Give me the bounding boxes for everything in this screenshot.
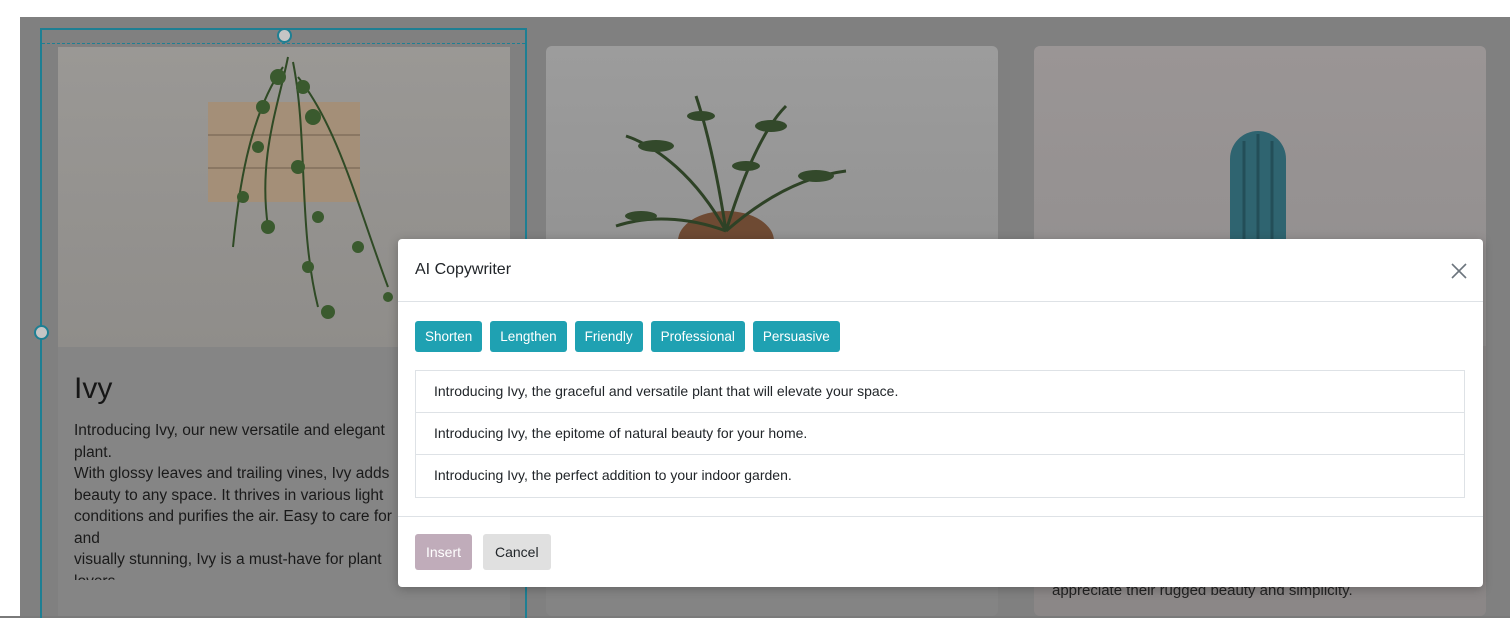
- close-icon[interactable]: [1449, 261, 1469, 281]
- selection-dashed-line: [42, 43, 525, 44]
- suggestion-list: Introducing Ivy, the graceful and versat…: [415, 370, 1465, 498]
- suggestion-item[interactable]: Introducing Ivy, the perfect addition to…: [416, 455, 1464, 497]
- ai-copywriter-dialog: AI Copywriter Shorten Lengthen Friendly …: [398, 239, 1483, 587]
- resize-handle-left[interactable]: [34, 325, 49, 340]
- page-left-strip: [0, 0, 20, 616]
- dialog-title: AI Copywriter: [415, 261, 512, 278]
- insert-button[interactable]: Insert: [415, 534, 473, 570]
- dialog-header: AI Copywriter: [398, 239, 1483, 302]
- suggestion-item[interactable]: Introducing Ivy, the epitome of natural …: [416, 413, 1464, 455]
- resize-handle-top[interactable]: [277, 28, 292, 43]
- shorten-button[interactable]: Shorten: [415, 321, 483, 352]
- persuasive-button[interactable]: Persuasive: [752, 321, 840, 352]
- page-top-strip: [0, 0, 1510, 17]
- friendly-button[interactable]: Friendly: [574, 321, 643, 352]
- tone-buttons: Shorten Lengthen Friendly Professional P…: [415, 321, 840, 352]
- professional-button[interactable]: Professional: [650, 321, 745, 352]
- cancel-button[interactable]: Cancel: [483, 534, 551, 570]
- suggestion-item[interactable]: Introducing Ivy, the graceful and versat…: [416, 371, 1464, 413]
- lengthen-button[interactable]: Lengthen: [490, 321, 567, 352]
- dialog-footer: Insert Cancel: [398, 516, 1483, 587]
